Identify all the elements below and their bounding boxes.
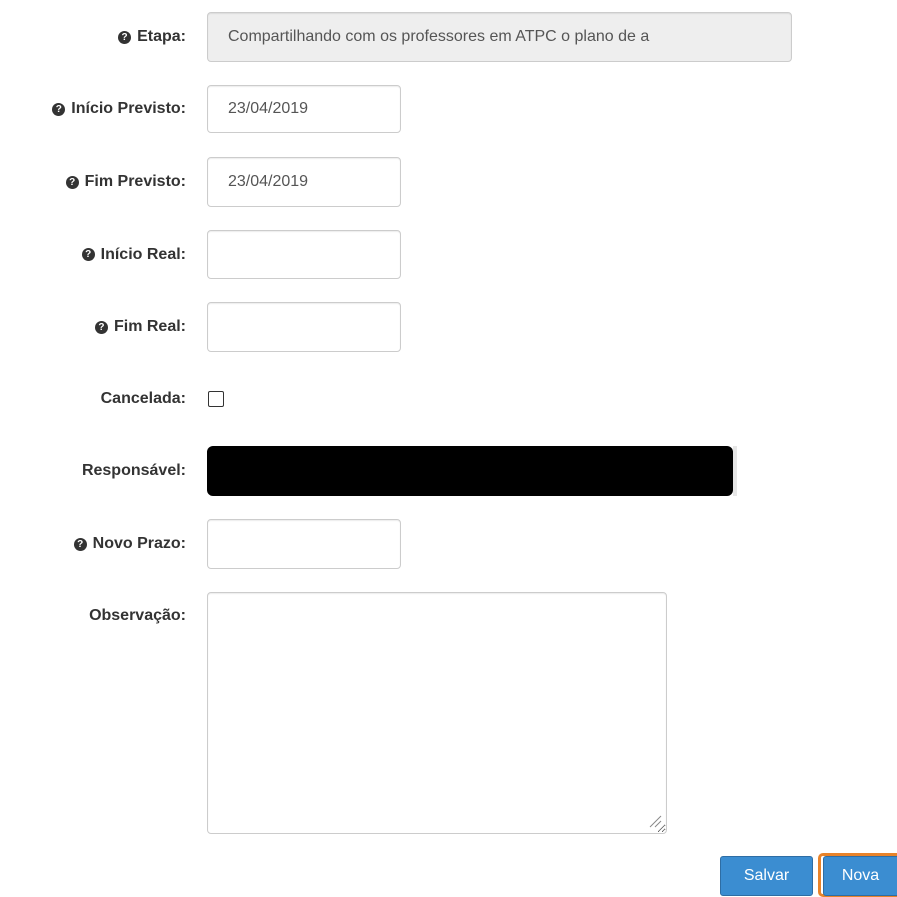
inicio-previsto-field[interactable]	[207, 85, 401, 133]
observacao-label-group: Observação:	[89, 592, 186, 640]
resize-grip-icon[interactable]	[648, 814, 662, 828]
question-circle-icon[interactable]: ?	[65, 175, 79, 189]
observacao-label: Observação:	[89, 607, 186, 624]
fim-previsto-field[interactable]	[207, 157, 401, 207]
novo-prazo-label-group: ? Novo Prazo:	[73, 519, 186, 569]
etapa-label-group: ? Etapa:	[118, 12, 186, 62]
question-circle-icon[interactable]: ?	[73, 537, 87, 551]
inicio-real-field[interactable]	[207, 230, 401, 279]
novo-prazo-field[interactable]	[207, 519, 401, 569]
inicio-real-label-group: ? Início Real:	[81, 230, 186, 279]
fim-real-label-group: ? Fim Real:	[94, 302, 186, 352]
save-button[interactable]: Salvar	[720, 856, 813, 896]
novo-prazo-label: Novo Prazo:	[92, 535, 186, 552]
fim-previsto-label: Fim Previsto:	[84, 173, 186, 190]
question-circle-icon[interactable]: ?	[52, 102, 66, 116]
question-circle-icon[interactable]: ?	[118, 30, 132, 44]
question-circle-icon[interactable]: ?	[81, 248, 95, 261]
etapa-label: Etapa:	[137, 28, 186, 45]
fim-real-field[interactable]	[207, 302, 401, 352]
responsavel-label: Responsável:	[81, 462, 186, 479]
observacao-textarea[interactable]	[207, 592, 667, 834]
cancelada-label-group: Cancelada:	[101, 385, 186, 413]
responsavel-field-edge	[733, 446, 737, 496]
inicio-previsto-label-group: ? Início Previsto:	[52, 85, 186, 133]
new-button[interactable]: Nova	[823, 856, 897, 896]
etapa-field[interactable]	[207, 12, 792, 62]
inicio-real-label: Início Real:	[100, 245, 186, 263]
responsavel-label-group: Responsável:	[82, 446, 186, 496]
fim-previsto-label-group: ? Fim Previsto:	[65, 157, 186, 207]
fim-real-label: Fim Real:	[113, 318, 186, 335]
inicio-previsto-label: Início Previsto:	[71, 100, 186, 117]
question-circle-icon[interactable]: ?	[94, 320, 108, 334]
cancelada-label: Cancelada:	[100, 390, 186, 407]
responsavel-field-redacted[interactable]	[207, 446, 733, 496]
cancelada-checkbox[interactable]	[208, 391, 224, 407]
